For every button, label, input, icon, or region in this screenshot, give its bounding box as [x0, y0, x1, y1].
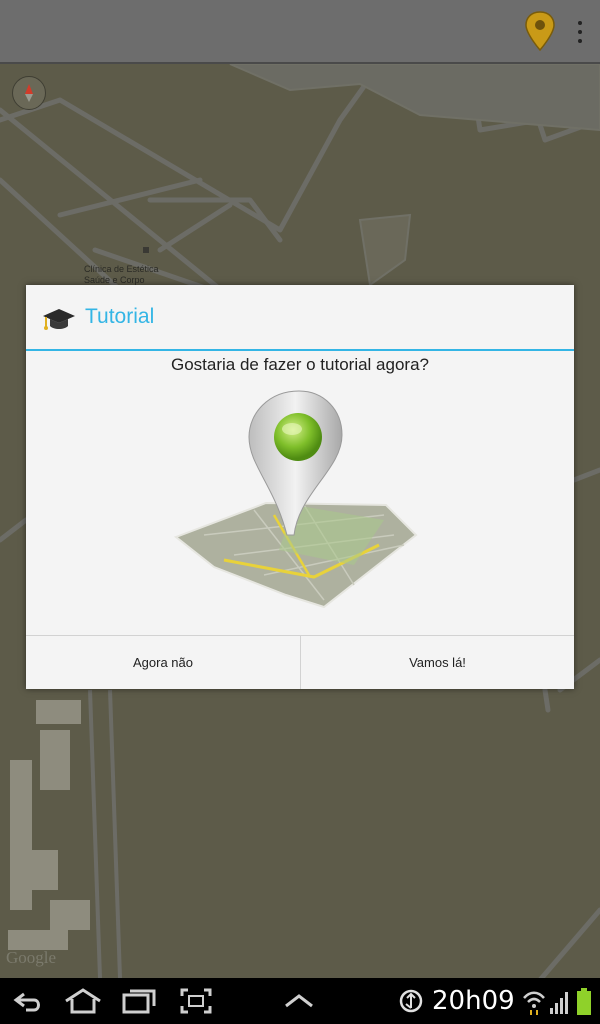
- compass-icon: [25, 84, 33, 102]
- screenshot-icon[interactable]: [178, 986, 214, 1016]
- map-location-pin-illustration: [174, 390, 418, 609]
- status-clock: 20h09: [432, 986, 515, 1016]
- overflow-menu-icon: [568, 21, 592, 43]
- graduation-cap-icon: [43, 309, 75, 330]
- wifi-icon: [523, 991, 545, 1015]
- location-pin-button[interactable]: [522, 10, 558, 54]
- up-arrow-icon[interactable]: [282, 986, 316, 1016]
- signal-icon: [550, 992, 568, 1014]
- back-icon[interactable]: [10, 986, 46, 1016]
- compass-button[interactable]: [12, 76, 46, 110]
- action-bar: [0, 0, 600, 64]
- recent-apps-icon[interactable]: [120, 986, 158, 1016]
- map-poi-label[interactable]: Clínica de Estética Saúde e Corpo: [84, 264, 159, 286]
- tutorial-dialog: Tutorial Gostaria de fazer o tutorial ag…: [26, 285, 574, 689]
- battery-icon: [577, 988, 591, 1015]
- dialog-header: Tutorial: [26, 285, 574, 351]
- usb-debug-icon: [399, 989, 423, 1013]
- system-bar: 20h09: [0, 978, 600, 1024]
- overflow-menu-button[interactable]: [568, 16, 592, 48]
- dialog-message: Gostaria de fazer o tutorial agora?: [171, 355, 429, 374]
- home-icon[interactable]: [62, 986, 104, 1016]
- lets-go-button[interactable]: Vamos lá!: [301, 636, 574, 689]
- dialog-button-bar: Agora não Vamos lá!: [26, 635, 574, 689]
- dialog-title: Tutorial: [85, 305, 155, 328]
- not-now-button[interactable]: Agora não: [26, 636, 301, 689]
- location-pin-icon: [525, 11, 555, 52]
- google-attribution: Google: [6, 948, 57, 967]
- poi-name-line1: Clínica de Estética: [84, 264, 159, 274]
